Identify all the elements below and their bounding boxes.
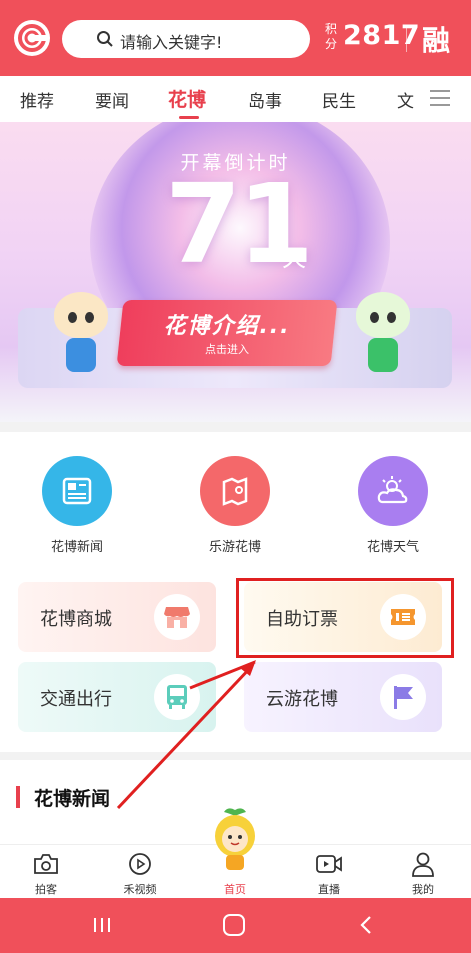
search-placeholder: 请输入关键字! — [120, 33, 223, 52]
tab-paike[interactable]: 拍客 — [16, 849, 76, 897]
user-icon — [393, 849, 453, 879]
mascot-icon[interactable] — [208, 806, 262, 872]
system-nav-bar — [0, 898, 471, 953]
app-logo-icon[interactable] — [14, 20, 50, 56]
search-icon — [97, 31, 113, 47]
service-expo-weather[interactable]: 花博天气 — [358, 456, 428, 555]
tab-livelihood[interactable]: 民生 — [322, 87, 356, 112]
header-divider — [406, 26, 407, 52]
rong-button[interactable]: 融 — [422, 19, 450, 59]
score-value[interactable]: 2817 — [343, 20, 420, 51]
search-input[interactable]: 请输入关键字! — [62, 20, 310, 58]
camera-icon — [16, 849, 76, 879]
tab-live[interactable]: 直播 — [299, 849, 359, 897]
map-icon — [200, 456, 270, 526]
recent-apps-icon[interactable] — [92, 916, 112, 934]
mascot-left-icon — [46, 292, 116, 382]
service-expo-travel[interactable]: 乐游花博 — [200, 456, 270, 555]
active-tab-indicator — [179, 116, 199, 119]
highlight-box — [236, 578, 454, 658]
video-icon — [299, 849, 359, 879]
menu-icon[interactable] — [430, 90, 450, 106]
top-header: 请输入关键字! 积分 2817 融 — [0, 0, 471, 76]
tab-recommend[interactable]: 推荐 — [20, 87, 54, 112]
countdown-banner[interactable]: 开幕倒计时 71 天 花博介绍... 点击进入 — [0, 122, 471, 422]
shop-icon — [154, 594, 200, 640]
tab-expo[interactable]: 花博 — [168, 85, 206, 112]
flag-icon — [380, 674, 426, 720]
news-title: 花博新闻 — [34, 788, 111, 810]
card-cloud-tour[interactable]: 云游花博 — [244, 662, 442, 732]
back-icon[interactable] — [358, 914, 374, 936]
channel-tabs: 推荐 要闻 花博 岛事 民生 文 — [0, 76, 471, 122]
tab-culture[interactable]: 文 — [397, 87, 414, 112]
bus-icon — [154, 674, 200, 720]
intro-title: 花博介绍... — [163, 314, 291, 339]
score-label: 积分 — [324, 22, 337, 51]
countdown-unit: 天 — [282, 244, 306, 272]
intro-subtitle: 点击进入 — [205, 343, 249, 356]
mascot-right-icon — [348, 292, 418, 382]
news-accent-bar — [16, 786, 20, 808]
tab-island[interactable]: 岛事 — [248, 87, 282, 112]
tab-video[interactable]: 禾视频 — [110, 849, 170, 897]
service-expo-news[interactable]: 花博新闻 — [42, 456, 112, 555]
card-expo-mall[interactable]: 花博商城 — [18, 582, 216, 652]
home-icon[interactable] — [223, 914, 245, 936]
newspaper-icon — [42, 456, 112, 526]
weather-icon — [358, 456, 428, 526]
tab-mine[interactable]: 我的 — [393, 849, 453, 897]
card-transport[interactable]: 交通出行 — [18, 662, 216, 732]
play-icon — [110, 849, 170, 879]
tab-headlines[interactable]: 要闻 — [95, 87, 129, 112]
